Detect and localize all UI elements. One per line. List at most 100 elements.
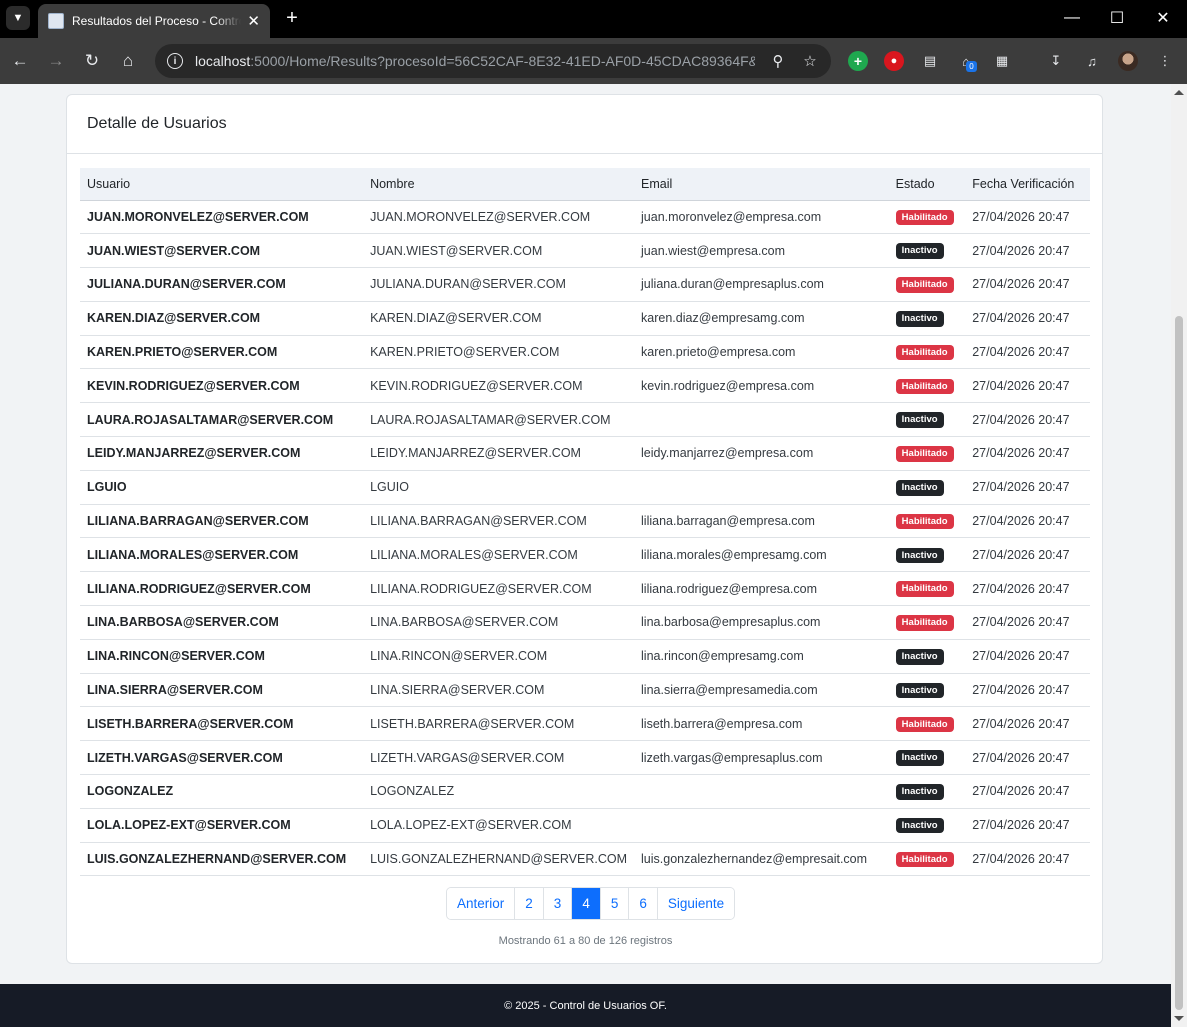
state-cell: Inactivo (888, 470, 966, 505)
bookmark-star-icon[interactable]: ☆ (801, 52, 819, 70)
table-header-row: Usuario Nombre Email Estado Fecha Verifi… (80, 168, 1090, 201)
name-cell: LUIS.GONZALEZHERNAND@SERVER.COM (363, 842, 635, 877)
zoom-icon[interactable]: ⚲ (769, 52, 787, 70)
name-cell: LINA.SIERRA@SERVER.COM (363, 673, 635, 708)
tab-search-chevron-icon[interactable]: ▼ (6, 6, 30, 30)
email-cell: leidy.manjarrez@empresa.com (634, 436, 889, 471)
email-cell: luis.gonzalezhernandez@empresait.com (634, 842, 889, 877)
extension-green-plus-icon[interactable]: + (848, 51, 868, 71)
maximize-window-icon[interactable]: ☐ (1103, 6, 1131, 30)
date-cell: 27/04/2026 20:47 (965, 673, 1090, 708)
date-cell: 27/04/2026 20:47 (965, 436, 1090, 471)
scrollbar-thumb[interactable] (1175, 316, 1183, 1010)
pagination-page[interactable]: 2 (515, 888, 544, 919)
state-cell: Inactivo (888, 740, 966, 776)
state-cell: Inactivo (888, 402, 966, 438)
state-cell: Habilitado (888, 200, 966, 235)
pagination-page[interactable]: 3 (543, 888, 573, 919)
status-badge: Inactivo (895, 480, 944, 496)
home-icon[interactable]: ⌂ (116, 49, 140, 73)
url-text[interactable]: localhost:5000/Home/Results?procesoId=56… (195, 53, 755, 69)
status-badge: Habilitado (895, 209, 954, 226)
status-badge: Habilitado (895, 851, 954, 868)
scroll-up-arrow-icon[interactable] (1174, 90, 1184, 95)
table-row: LEIDY.MANJARREZ@SERVER.COM LEIDY.MANJARRE… (80, 436, 1090, 471)
header-fecha-verificacion: Fecha Verificación (965, 168, 1090, 201)
minimize-window-icon[interactable]: — (1058, 6, 1086, 30)
status-badge: Inactivo (895, 817, 944, 834)
back-arrow-icon[interactable]: ← (8, 49, 32, 73)
name-cell: JULIANA.DURAN@SERVER.COM (363, 267, 635, 302)
status-badge: Inactivo (895, 649, 944, 665)
table-row: LILIANA.MORALES@SERVER.COM LILIANA.MORALE… (80, 537, 1090, 573)
user-cell: LINA.BARBOSA@SERVER.COM (80, 605, 364, 640)
status-badge: Inactivo (895, 412, 944, 428)
pagination-page[interactable]: 5 (600, 888, 630, 919)
table-row: LINA.SIERRA@SERVER.COM LINA.SIERRA@SERVER… (80, 673, 1090, 708)
user-cell: LOGONZALEZ (80, 774, 364, 809)
user-cell: LISETH.BARRERA@SERVER.COM (80, 706, 364, 742)
status-badge: Habilitado (895, 513, 954, 530)
email-cell: karen.diaz@empresamg.com (634, 301, 889, 336)
name-cell: LILIANA.MORALES@SERVER.COM (363, 537, 635, 573)
email-cell: juan.moronvelez@empresa.com (634, 200, 889, 235)
status-badge: Inactivo (895, 682, 944, 699)
close-tab-icon[interactable]: ✕ (247, 12, 260, 30)
close-window-icon[interactable]: ✕ (1149, 6, 1177, 30)
extensions-puzzle-icon[interactable]: ▦ (992, 51, 1012, 71)
active-tab[interactable]: Resultados del Proceso - Control de Usua… (38, 4, 270, 38)
header-usuario: Usuario (80, 168, 364, 201)
table-row: JUAN.MORONVELEZ@SERVER.COM JUAN.MORONVELE… (80, 200, 1090, 235)
status-badge: Habilitado (895, 446, 954, 462)
status-badge: Habilitado (895, 581, 954, 597)
pagination-previous[interactable]: Anterior (447, 888, 516, 919)
browser-toolbar: ← → ↻ ⌂ i localhost:5000/Home/Results?pr… (0, 38, 1187, 84)
reload-icon[interactable]: ↻ (80, 49, 104, 73)
table-row: LAURA.ROJASALTAMAR@SERVER.COM LAURA.ROJAS… (80, 402, 1090, 438)
status-badge: Habilitado (895, 615, 954, 631)
pagination-page-active[interactable]: 4 (572, 888, 601, 919)
page-scrollbar[interactable] (1171, 84, 1187, 1027)
state-cell: Habilitado (888, 368, 966, 404)
site-info-icon[interactable]: i (167, 53, 183, 69)
name-cell: KAREN.PRIETO@SERVER.COM (363, 335, 635, 370)
table-row: KAREN.PRIETO@SERVER.COM KAREN.PRIETO@SERV… (80, 335, 1090, 370)
users-detail-card: Detalle de Usuarios Usuario Nombre Email… (66, 94, 1103, 964)
header-email: Email (634, 168, 889, 201)
user-cell: LEIDY.MANJARREZ@SERVER.COM (80, 436, 364, 471)
pagination-page[interactable]: 6 (629, 888, 658, 919)
email-cell: liliana.rodriguez@empresa.com (634, 571, 889, 607)
date-cell: 27/04/2026 20:47 (965, 639, 1090, 674)
state-cell: Habilitado (888, 504, 966, 539)
name-cell: LISETH.BARRERA@SERVER.COM (363, 706, 635, 742)
date-cell: 27/04/2026 20:47 (965, 402, 1090, 438)
extension-home-badge-icon[interactable]: ⌂0 (956, 51, 977, 72)
name-cell: KEVIN.RODRIGUEZ@SERVER.COM (363, 368, 635, 404)
table-row: JUAN.WIEST@SERVER.COM JUAN.WIEST@SERVER.C… (80, 233, 1090, 269)
date-cell: 27/04/2026 20:47 (965, 808, 1090, 843)
new-tab-plus-icon[interactable]: + (280, 6, 304, 30)
footer-copyright: © 2025 - Control de Usuarios OF. (504, 999, 667, 1012)
state-cell: Habilitado (888, 267, 966, 302)
address-bar[interactable]: i localhost:5000/Home/Results?procesoId=… (155, 44, 831, 78)
user-cell: LINA.RINCON@SERVER.COM (80, 639, 364, 674)
name-cell: LILIANA.BARRAGAN@SERVER.COM (363, 504, 635, 539)
media-controls-icon[interactable]: ♫ (1082, 51, 1102, 71)
table-row: LILIANA.BARRAGAN@SERVER.COM LILIANA.BARRA… (80, 504, 1090, 539)
downloads-icon[interactable]: ↧ (1046, 51, 1066, 71)
pagination-next[interactable]: Siguiente (657, 888, 735, 919)
state-cell: Habilitado (888, 605, 966, 640)
user-cell: KEVIN.RODRIGUEZ@SERVER.COM (80, 368, 364, 404)
email-cell (634, 402, 889, 438)
forward-arrow-icon[interactable]: → (44, 49, 68, 73)
extension-printer-icon[interactable]: ▤ (920, 51, 940, 71)
browser-menu-icon[interactable]: ⋮ (1155, 51, 1175, 71)
email-cell: kevin.rodriguez@empresa.com (634, 368, 889, 404)
email-cell: lizeth.vargas@empresaplus.com (634, 740, 889, 776)
scroll-down-arrow-icon[interactable] (1174, 1016, 1184, 1021)
extension-red-icon[interactable]: ● (884, 51, 904, 71)
profile-avatar[interactable] (1118, 51, 1138, 71)
email-cell: karen.prieto@empresa.com (634, 335, 889, 370)
email-cell: lina.rincon@empresamg.com (634, 639, 889, 674)
state-cell: Habilitado (888, 436, 966, 471)
